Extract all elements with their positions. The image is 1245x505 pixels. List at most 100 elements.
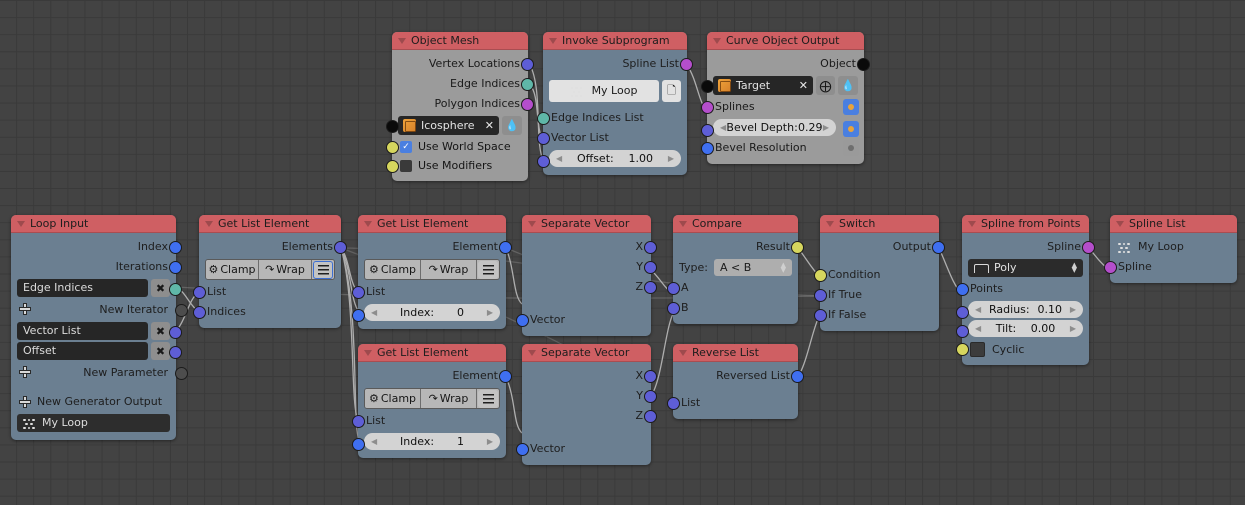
socket-object-output[interactable] xyxy=(857,58,870,71)
new-subprogram-icon[interactable]: 🗋 xyxy=(662,80,681,102)
remove-parameter-icon[interactable]: ✖ xyxy=(151,322,170,340)
node-header[interactable]: Get List Element xyxy=(358,344,506,362)
node-header[interactable]: Get List Element xyxy=(358,215,506,233)
socket-edge-indices-out[interactable] xyxy=(169,283,182,296)
socket-x[interactable] xyxy=(644,241,657,254)
increment-icon[interactable]: ▶ xyxy=(823,119,829,136)
socket-result[interactable] xyxy=(791,241,804,254)
socket-radius[interactable] xyxy=(956,306,969,319)
socket-iterations[interactable] xyxy=(169,261,182,274)
node-separate-vector-1[interactable]: Separate Vector X Y Z Vector xyxy=(516,215,657,336)
collapse-triangle-icon[interactable] xyxy=(826,221,834,227)
node-get-list-element-1[interactable]: Get List Element Elements ⚙ Clamp ↷ Wrap xyxy=(193,215,347,328)
socket-z[interactable] xyxy=(644,410,657,423)
socket-points[interactable] xyxy=(956,283,969,296)
socket-vector[interactable] xyxy=(516,314,529,327)
iterator-edge-indices-row[interactable]: Edge Indices ✖ xyxy=(17,279,182,297)
socket-spline-list[interactable] xyxy=(680,58,693,71)
bevel-resolution-toggle[interactable] xyxy=(843,140,859,156)
socket-vector-list-out[interactable] xyxy=(169,326,182,339)
slider-offset[interactable]: ◀ Offset: 1.00 ▶ xyxy=(549,150,681,167)
socket-reversed-list[interactable] xyxy=(791,370,804,383)
wrap-toggle[interactable]: ↷ Wrap xyxy=(421,260,477,279)
socket-index[interactable] xyxy=(352,438,365,451)
decrement-icon[interactable]: ◀ xyxy=(975,320,981,337)
node-reverse-list[interactable]: Reverse List Reversed List List xyxy=(667,344,804,419)
list-mode-toggle[interactable] xyxy=(312,260,334,279)
node-header[interactable]: Switch xyxy=(820,215,939,233)
clear-target-icon[interactable]: ✕ xyxy=(793,79,808,92)
collapse-triangle-icon[interactable] xyxy=(1116,221,1124,227)
compare-type-dropdown[interactable]: A < B ▲ ▼ xyxy=(713,259,792,276)
node-switch[interactable]: Switch Output Condition If True If False xyxy=(814,215,945,331)
socket-indices[interactable] xyxy=(193,306,206,319)
socket-z[interactable] xyxy=(644,281,657,294)
wrap-toggle[interactable]: ↷ Wrap xyxy=(421,389,477,408)
node-separate-vector-2[interactable]: Separate Vector X Y Z Vector xyxy=(516,344,657,465)
socket-vertex-locations[interactable] xyxy=(521,58,534,71)
socket-tilt[interactable] xyxy=(956,325,969,338)
decrement-icon[interactable]: ◀ xyxy=(975,301,981,318)
clamp-wrap-toggles[interactable]: ⚙ Clamp ↷ Wrap xyxy=(364,388,500,409)
socket-if-false[interactable] xyxy=(814,309,827,322)
eyedropper-icon[interactable]: 💧 xyxy=(838,76,858,95)
new-iterator-row[interactable]: New Iterator xyxy=(11,299,188,320)
decrement-icon[interactable]: ◀ xyxy=(556,150,562,167)
object-selector-row[interactable]: Icosphere ✕ 💧 xyxy=(386,116,522,135)
parameter-name-field[interactable]: Offset xyxy=(17,342,148,360)
collapse-triangle-icon[interactable] xyxy=(713,38,721,44)
node-get-list-element-2[interactable]: Get List Element Element ⚙ Clamp ↷ Wrap xyxy=(352,215,512,329)
iterator-name-field[interactable]: Edge Indices xyxy=(17,279,148,297)
collapse-triangle-icon[interactable] xyxy=(364,350,372,356)
increment-icon[interactable]: ▶ xyxy=(487,304,493,321)
socket-a[interactable] xyxy=(667,282,680,295)
socket-spline[interactable] xyxy=(1082,241,1095,254)
node-header[interactable]: Get List Element xyxy=(199,215,341,233)
socket-splines[interactable] xyxy=(701,101,714,114)
subprogram-field[interactable]: My Loop xyxy=(549,80,659,102)
target-object-row[interactable]: Target ✕ ⨁ 💧 xyxy=(701,76,858,95)
socket-x[interactable] xyxy=(644,370,657,383)
compare-type-row[interactable]: Type: A < B ▲ ▼ xyxy=(673,257,798,278)
socket-bevel-depth[interactable] xyxy=(701,124,714,137)
socket-b[interactable] xyxy=(667,302,680,315)
socket-offset-out[interactable] xyxy=(169,346,182,359)
clamp-wrap-toggles[interactable]: ⚙ Clamp ↷ Wrap xyxy=(205,259,335,280)
socket-vector-list[interactable] xyxy=(537,132,550,145)
slider-bevel-depth[interactable]: ◀ Bevel Depth: 0.29 ▶ xyxy=(713,119,836,136)
socket-output[interactable] xyxy=(932,241,945,254)
collapse-triangle-icon[interactable] xyxy=(398,38,406,44)
increment-icon[interactable]: ▶ xyxy=(1070,301,1076,318)
socket-polygon-indices[interactable] xyxy=(521,98,534,111)
plus-icon[interactable] xyxy=(19,395,31,408)
checkbox-off-icon[interactable] xyxy=(970,341,985,357)
slider-index[interactable]: ◀ Index: 0 ▶ xyxy=(364,304,500,321)
node-spline-list[interactable]: Spline List My Loop Spline xyxy=(1104,215,1237,283)
checkbox-on-icon[interactable]: ✓ xyxy=(400,140,412,153)
socket-index[interactable] xyxy=(352,309,365,322)
collapse-triangle-icon[interactable] xyxy=(205,221,213,227)
increment-icon[interactable]: ▶ xyxy=(1070,320,1076,337)
decrement-icon[interactable]: ◀ xyxy=(720,119,726,136)
socket-edge-indices-list[interactable] xyxy=(537,112,550,125)
single-mode-toggle[interactable] xyxy=(477,389,499,408)
checkbox-cyclic[interactable]: Cyclic xyxy=(956,339,1089,359)
socket-new-parameter[interactable] xyxy=(175,367,188,380)
node-compare[interactable]: Compare Result Type: A < B ▲ ▼ A B xyxy=(667,215,804,324)
collapse-triangle-icon[interactable] xyxy=(679,350,687,356)
socket-if-true[interactable] xyxy=(814,289,827,302)
eyedropper-icon[interactable]: 💧 xyxy=(502,116,522,135)
splines-linked-toggle[interactable] xyxy=(843,99,859,115)
slider-tilt[interactable]: ◀ Tilt: 0.00 ▶ xyxy=(968,320,1083,337)
socket-index[interactable] xyxy=(169,241,182,254)
plus-icon[interactable] xyxy=(19,303,31,315)
parameter-name-field[interactable]: Vector List xyxy=(17,322,148,340)
socket-target-object[interactable] xyxy=(701,80,714,93)
node-object-mesh[interactable]: Object Mesh Vertex Locations Edge Indice… xyxy=(386,32,534,181)
node-header[interactable]: Spline List xyxy=(1110,215,1237,233)
collapse-triangle-icon[interactable] xyxy=(528,221,536,227)
socket-y[interactable] xyxy=(644,390,657,403)
node-header[interactable]: Separate Vector xyxy=(522,215,651,233)
checkbox-off-icon[interactable] xyxy=(400,159,412,172)
decrement-icon[interactable]: ◀ xyxy=(371,433,377,450)
